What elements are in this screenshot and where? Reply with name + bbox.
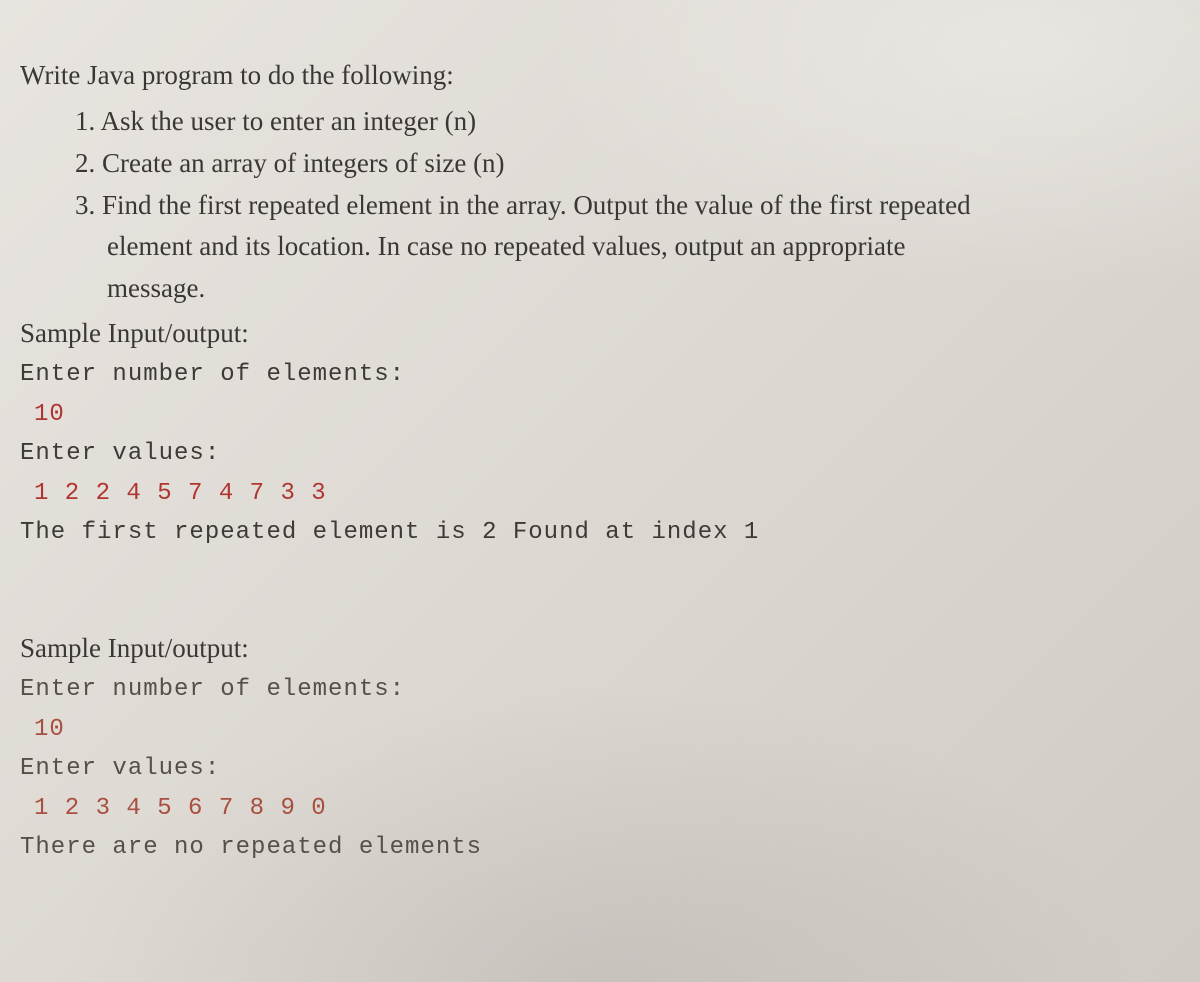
sample2-input2: 1 2 3 4 5 6 7 8 9 0: [20, 789, 1180, 829]
sample2-output: There are no repeated elements: [20, 828, 1180, 868]
requirements-list: 1. Ask the user to enter an integer (n) …: [20, 101, 1180, 310]
sample2-prompt2: Enter values:: [20, 749, 1180, 789]
sample-label-1: Sample Input/output:: [20, 318, 1180, 349]
sample-block-2: Sample Input/output: Enter number of ele…: [20, 633, 1180, 868]
list-item-1: 1. Ask the user to enter an integer (n): [75, 101, 1180, 143]
sample2-input1: 10: [20, 710, 1180, 750]
list-item-3-line1: 3. Find the first repeated element in th…: [75, 190, 971, 220]
sample2-prompt1: Enter number of elements:: [20, 670, 1180, 710]
sample-block-1: Sample Input/output: Enter number of ele…: [20, 318, 1180, 553]
sample1-input2: 1 2 2 4 5 7 4 7 3 3: [20, 474, 1180, 514]
list-item-2: 2. Create an array of integers of size (…: [75, 143, 1180, 185]
sample-label-2: Sample Input/output:: [20, 633, 1180, 664]
sample1-input1: 10: [20, 395, 1180, 435]
list-item-3-line2: element and its location. In case no rep…: [75, 226, 1180, 268]
list-item-3-line3: message.: [75, 268, 1180, 310]
intro-line: Write Java program to do the following:: [20, 55, 1180, 97]
sample1-prompt2: Enter values:: [20, 434, 1180, 474]
list-item-3: 3. Find the first repeated element in th…: [75, 185, 1180, 311]
sample1-output: The first repeated element is 2 Found at…: [20, 513, 1180, 553]
sample1-prompt1: Enter number of elements:: [20, 355, 1180, 395]
